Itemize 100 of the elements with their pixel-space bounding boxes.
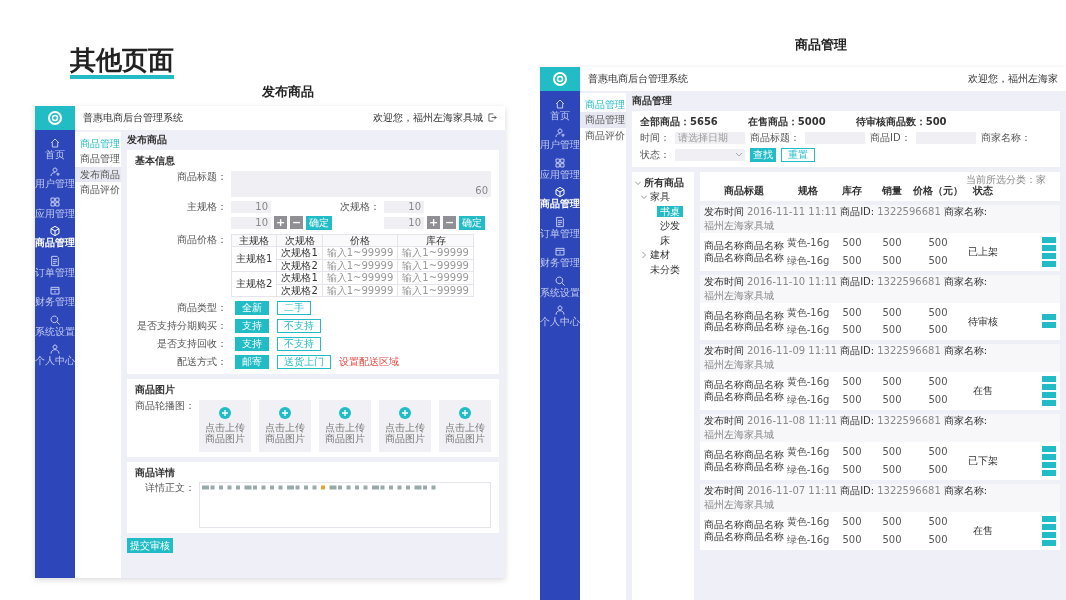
add-button[interactable]: + xyxy=(427,216,440,230)
confirm-button[interactable]: 确定 xyxy=(459,215,485,230)
action-button[interactable] xyxy=(1042,469,1056,476)
action-button[interactable] xyxy=(1042,531,1056,538)
action-button[interactable] xyxy=(1042,445,1056,452)
spec-input[interactable]: 10 xyxy=(231,216,271,229)
nav-item[interactable]: 个人中心 xyxy=(540,301,580,331)
nav-item[interactable]: 用户管理 xyxy=(35,163,75,193)
upload-tile[interactable]: 点击上传商品图片 xyxy=(259,399,311,452)
sub-menu-item[interactable]: 商品管理 xyxy=(580,112,626,128)
table-cell-text: 绿色-16g xyxy=(785,324,831,336)
option-button[interactable]: 全新 xyxy=(235,301,269,316)
reset-button[interactable]: 重置 xyxy=(781,147,815,162)
table-cell-text: 黄色-16g xyxy=(785,446,831,458)
tree-item[interactable]: 家具 xyxy=(650,191,670,203)
chevron-down-icon[interactable] xyxy=(635,179,641,186)
nav-item[interactable]: 应用管理 xyxy=(540,153,580,184)
meta-label: 商家名称: xyxy=(943,344,988,357)
option-button[interactable]: 支持 xyxy=(235,337,269,352)
remove-button[interactable]: − xyxy=(443,216,456,230)
column-header: 库存 xyxy=(397,234,474,247)
nav-item[interactable]: 首页 xyxy=(550,94,570,125)
tree-item[interactable]: 沙发 xyxy=(657,220,683,232)
sub-menu-item[interactable]: 商品评价 xyxy=(580,127,626,144)
remove-button[interactable]: − xyxy=(290,216,303,230)
tree-item[interactable]: 未分类 xyxy=(650,263,680,276)
option-button[interactable]: 送货上门 xyxy=(277,355,331,370)
submit-button[interactable]: 提交审核 xyxy=(127,538,173,554)
price-input[interactable]: 输入1~99999 xyxy=(322,259,398,272)
nav-item[interactable]: 系统设置 xyxy=(35,310,75,341)
stock-input[interactable]: 输入1~99999 xyxy=(397,246,474,260)
action-button[interactable] xyxy=(1042,375,1056,382)
spec-input[interactable]: 10 xyxy=(384,200,424,213)
upload-tile[interactable]: 点击上传商品图片 xyxy=(199,399,251,452)
tree-item[interactable]: 所有商品 xyxy=(644,176,684,189)
status-text: 已上架 xyxy=(967,246,999,258)
price-input[interactable]: 输入1~99999 xyxy=(322,284,398,297)
tree-item[interactable]: 建材 xyxy=(650,249,670,261)
action-button[interactable] xyxy=(1042,453,1056,460)
rich-text-editor[interactable] xyxy=(199,482,491,529)
action-button[interactable] xyxy=(1042,515,1056,522)
stock-input[interactable]: 输入1~99999 xyxy=(397,259,474,272)
page-title: 发布商品 xyxy=(127,132,168,146)
spec-input[interactable]: 10 xyxy=(384,216,424,229)
stock-input[interactable]: 输入1~99999 xyxy=(397,271,474,285)
tree-item[interactable]: 书桌 xyxy=(657,205,683,218)
nav-item[interactable]: 商品管理 xyxy=(540,183,580,213)
option-button[interactable]: 不支持 xyxy=(277,337,321,352)
action-button[interactable] xyxy=(1042,539,1056,546)
stock-input[interactable]: 输入1~99999 xyxy=(397,284,474,297)
confirm-button[interactable]: 确定 xyxy=(306,215,332,230)
sub-menu-item[interactable]: 商品评价 xyxy=(75,182,121,198)
upload-tile[interactable]: 点击上传商品图片 xyxy=(379,399,431,452)
nav-item[interactable]: 应用管理 xyxy=(35,192,75,223)
action-button[interactable] xyxy=(1042,391,1056,398)
chevron-down-icon[interactable] xyxy=(641,194,647,201)
nav-item[interactable]: 订单管理 xyxy=(35,251,75,282)
sub-menu-item[interactable]: 商品管理 xyxy=(75,151,121,167)
action-button[interactable] xyxy=(1042,314,1056,321)
spec-input[interactable]: 10 xyxy=(231,200,271,213)
sub-menu-item[interactable]: 发布商品 xyxy=(75,166,121,183)
add-button[interactable]: + xyxy=(274,216,287,230)
table-cell-text: 500 xyxy=(841,446,863,458)
logout-icon[interactable] xyxy=(488,113,497,123)
nav-item[interactable]: 首页 xyxy=(45,133,65,164)
nav-item[interactable]: 个人中心 xyxy=(35,340,75,370)
option-button[interactable]: 二手 xyxy=(277,301,311,316)
option-button[interactable]: 不支持 xyxy=(277,319,321,334)
table-cell-text: 500 xyxy=(881,376,903,388)
action-button[interactable] xyxy=(1042,461,1056,468)
action-button[interactable] xyxy=(1042,252,1056,259)
nav-item[interactable]: 系统设置 xyxy=(540,271,580,302)
action-button[interactable] xyxy=(1042,322,1056,329)
action-button[interactable] xyxy=(1042,523,1056,530)
action-button[interactable] xyxy=(1042,383,1056,390)
tree-item[interactable]: 床 xyxy=(657,234,673,247)
delivery-area-link[interactable]: 设置配送区域 xyxy=(339,356,399,368)
nav-item[interactable]: 订单管理 xyxy=(540,212,580,243)
option-button[interactable]: 邮寄 xyxy=(235,355,269,370)
nav-item[interactable]: 用户管理 xyxy=(540,124,580,154)
table-cell: 主规格2 xyxy=(231,271,277,297)
table-cell-text: 绿色-16g xyxy=(785,254,831,267)
action-button[interactable] xyxy=(1042,236,1056,243)
date-field[interactable]: 请选择日期 xyxy=(675,131,745,144)
column-header: 规格 xyxy=(797,185,819,197)
upload-tile[interactable]: 点击上传商品图片 xyxy=(319,399,371,452)
action-button[interactable] xyxy=(1042,399,1056,406)
price-input[interactable]: 输入1~99999 xyxy=(322,246,398,260)
nav-item[interactable]: 商品管理 xyxy=(35,222,75,252)
action-button[interactable] xyxy=(1042,260,1056,267)
search-button[interactable]: 查找 xyxy=(750,147,776,162)
nav-item[interactable]: 财务管理 xyxy=(35,281,75,311)
nav-item[interactable]: 财务管理 xyxy=(540,242,580,272)
option-button[interactable]: 支持 xyxy=(235,319,269,334)
upload-tile[interactable]: 点击上传商品图片 xyxy=(439,399,491,452)
action-button[interactable] xyxy=(1042,244,1056,251)
title-field[interactable]: 60 xyxy=(231,170,491,197)
stat-text: 全部商品：5656 xyxy=(640,116,718,128)
price-input[interactable]: 输入1~99999 xyxy=(322,271,398,285)
chevron-right-icon[interactable] xyxy=(641,252,647,259)
